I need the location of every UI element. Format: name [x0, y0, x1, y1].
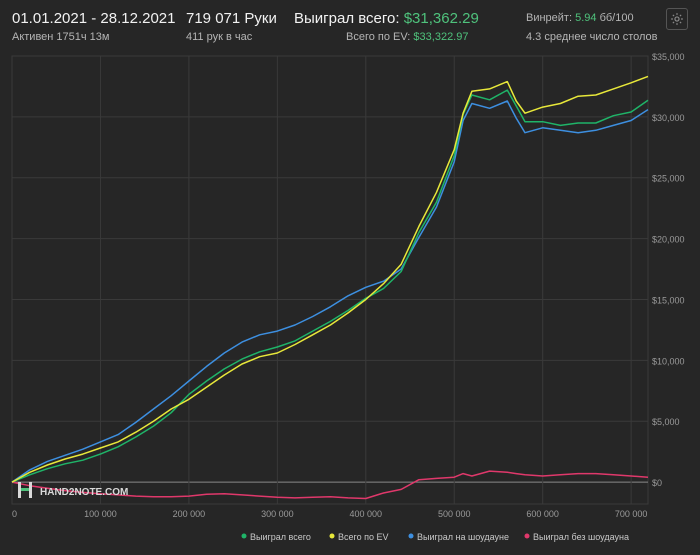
- x-tick-label: 700 000: [615, 509, 648, 519]
- y-tick-label: $35,000: [652, 52, 685, 62]
- y-tick-label: $25,000: [652, 174, 685, 184]
- x-tick-label: 600 000: [526, 509, 559, 519]
- y-tick-label: $10,000: [652, 356, 685, 366]
- legend-label[interactable]: Выиграл на шоудауне: [417, 532, 509, 542]
- legend-marker: [408, 533, 414, 539]
- legend-label[interactable]: Выиграл всего: [250, 532, 311, 542]
- x-tick-label: 400 000: [350, 509, 383, 519]
- legend-label[interactable]: Всего по EV: [338, 532, 388, 542]
- y-tick-label: $15,000: [652, 295, 685, 305]
- y-tick-label: $20,000: [652, 235, 685, 245]
- y-tick-label: $0: [652, 478, 662, 488]
- x-tick-label: 200 000: [173, 509, 206, 519]
- y-tick-label: $30,000: [652, 113, 685, 123]
- profit-chart: $35,000 $30,000 $25,000 $20,000 $15,000 $10,0…: [11, 52, 685, 542]
- x-tick-label: 500 000: [438, 509, 471, 519]
- legend-marker: [524, 533, 530, 539]
- series-line-0: [11, 89, 649, 483]
- x-tick-label: 0: [12, 509, 17, 519]
- hand2note-logo-text: HAND2NOTE.COM: [40, 487, 128, 498]
- legend-marker: [241, 533, 247, 539]
- legend-label[interactable]: Выиграл без шоудауна: [533, 532, 629, 542]
- x-tick-label: 300 000: [261, 509, 294, 519]
- y-tick-label: $5,000: [652, 417, 680, 427]
- hand2note-logo: HAND2NOTE.COM: [18, 482, 128, 498]
- x-tick-label: 100 000: [84, 509, 117, 519]
- legend-marker: [329, 533, 335, 539]
- series-line-2: [11, 100, 649, 483]
